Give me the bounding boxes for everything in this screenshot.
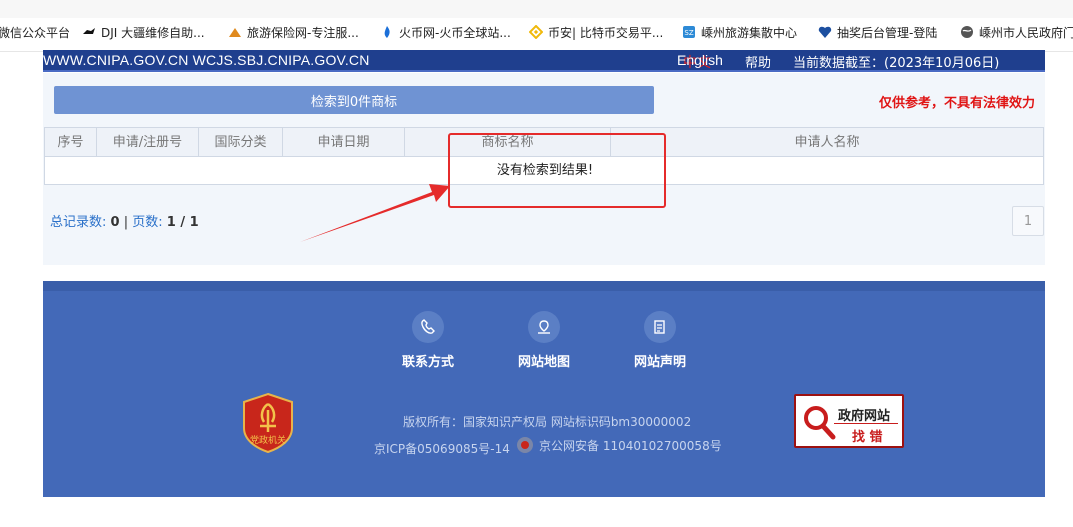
- column-header-index[interactable]: 序号: [45, 128, 97, 157]
- annotation-highlight-box: [448, 133, 666, 208]
- dji-icon: [83, 28, 95, 34]
- help-link[interactable]: 帮助: [745, 52, 771, 71]
- bookmark-label: 火币网-火币全球站...: [399, 25, 511, 40]
- magnifier-icon: [804, 406, 836, 440]
- disclaimer-text: 仅供参考，不具有法律效力: [878, 96, 1035, 111]
- page-button-current[interactable]: 1: [1012, 206, 1044, 236]
- party-government-badge-icon[interactable]: 党政机关: [242, 392, 294, 454]
- column-header-reg-number[interactable]: 申请/注册号: [97, 128, 199, 157]
- police-record-label: 京公网安备 11040102700058号: [539, 438, 722, 453]
- travel-insurance-icon: [229, 28, 241, 37]
- column-header-apply-date[interactable]: 申请日期: [283, 128, 405, 157]
- bookmark-label: 旅游保险网-专注服...: [247, 25, 359, 40]
- bookmark-label: 嵊州旅游集散中心: [701, 25, 798, 40]
- result-count-label: 检索到0件商标: [310, 94, 398, 110]
- bookmark-wechat[interactable]: 微信公众平台: [0, 23, 70, 41]
- bookmarks-bar: 微信公众平台 DJI 大疆维修自助... 旅游保险网-专注服... 火币网-火币…: [0, 0, 1073, 52]
- bookmark-huobi[interactable]: 火币网-火币全球站...: [380, 23, 511, 41]
- map-icon: [528, 311, 560, 343]
- pages-label: 页数:: [132, 215, 163, 230]
- footer-link-label: 网站声明: [633, 355, 686, 370]
- footer-link-statement[interactable]: 网站声明: [620, 311, 700, 370]
- gov-website-error-report-button[interactable]: 政府网站 找 错: [794, 394, 904, 448]
- footer-link-contact[interactable]: 联系方式: [388, 311, 468, 370]
- bookmark-label: DJI 大疆维修自助...: [101, 25, 205, 40]
- icp-license-link[interactable]: 京ICP备05069085号-14: [374, 440, 510, 457]
- pagination-separator: |: [123, 215, 129, 230]
- heart-shield-icon: [818, 26, 832, 38]
- bookmark-tourism-center[interactable]: SZ 嵊州旅游集散中心: [682, 23, 797, 41]
- bookmark-label: 微信公众平台: [0, 25, 71, 40]
- column-header-applicant-name[interactable]: 申请人名称: [611, 128, 1043, 157]
- result-count-bar: 检索到0件商标: [54, 86, 654, 114]
- gov-button-title: 政府网站: [838, 409, 891, 424]
- police-badge-icon: [517, 437, 533, 453]
- pagination-summary: 总记录数: 0 | 页数: 1 / 1: [50, 211, 199, 230]
- bookmark-travel-insurance[interactable]: 旅游保险网-专注服...: [228, 23, 359, 41]
- total-records-value: 0: [110, 215, 120, 230]
- svg-text:党政机关: 党政机关: [250, 434, 286, 446]
- bookmark-lottery-admin[interactable]: 抽奖后台管理-登陆: [818, 23, 937, 41]
- footer-link-label: 网站地图: [517, 355, 570, 370]
- footer-link-sitemap[interactable]: 网站地图: [504, 311, 584, 370]
- copyright-text: 版权所有：国家知识产权局 网站标识码bm30000002: [403, 415, 692, 429]
- binance-icon: [529, 25, 543, 39]
- language-english-link[interactable]: English: [677, 52, 723, 68]
- data-date-label: 当前数据截至：(2023年10月06日): [793, 56, 1000, 71]
- bookmark-label: 嵊州市人民政府门: [979, 25, 1073, 40]
- tourism-center-icon: SZ: [683, 26, 695, 38]
- globe-icon: [961, 26, 973, 38]
- huobi-icon: [384, 26, 390, 38]
- site-domains: WWW.CNIPA.GOV.CN WCJS.SBJ.CNIPA.GOV.CN: [43, 52, 370, 68]
- gov-button-divider: [834, 423, 898, 424]
- browser-top-strip: [0, 0, 1073, 18]
- bookmark-shengzhou-gov[interactable]: 嵊州市人民政府门: [960, 23, 1073, 41]
- police-record-link[interactable]: 京公网安备 11040102700058号: [516, 436, 722, 454]
- site-header-bar: WWW.CNIPA.GOV.CN WCJS.SBJ.CNIPA.GOV.CN 中…: [43, 50, 1045, 72]
- document-icon: [644, 311, 676, 343]
- site-footer: 联系方式 网站地图 网站声明 党政机关 版权所有：国家知识产权局 网站标识码bm…: [43, 281, 1045, 497]
- phone-icon: [412, 311, 444, 343]
- gov-button-subtitle: 找 错: [852, 430, 883, 445]
- footer-top-border: [43, 281, 1045, 291]
- bookmark-binance[interactable]: 币安| 比特币交易平...: [529, 23, 663, 41]
- footer-link-label: 联系方式: [401, 355, 454, 370]
- column-header-class[interactable]: 国际分类: [199, 128, 283, 157]
- bookmark-label: 币安| 比特币交易平...: [548, 25, 664, 40]
- svg-text:SZ: SZ: [684, 29, 693, 37]
- total-records-label: 总记录数:: [50, 215, 107, 230]
- bookmark-dji[interactable]: DJI 大疆维修自助...: [82, 23, 205, 41]
- bookmark-label: 抽奖后台管理-登陆: [837, 25, 938, 40]
- pages-value: 1 / 1: [166, 215, 199, 230]
